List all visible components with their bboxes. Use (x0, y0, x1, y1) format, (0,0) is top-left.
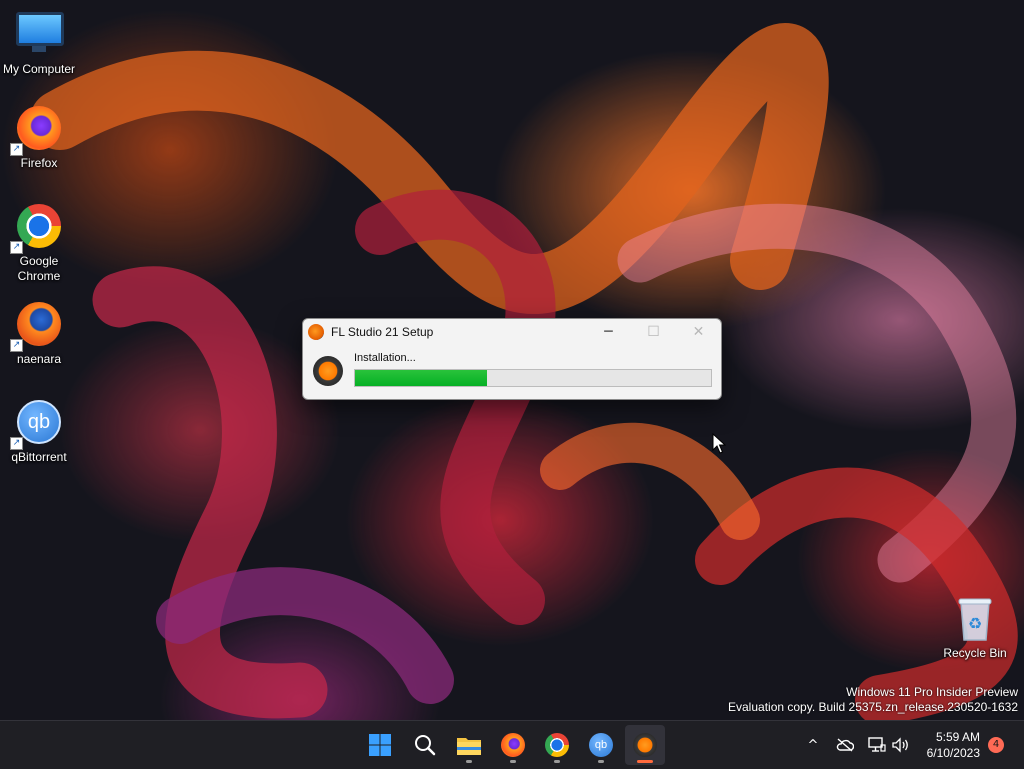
chevron-up-icon: ^ (807, 737, 819, 753)
monitor-icon (16, 12, 64, 58)
shortcut-arrow-icon: ↗ (10, 437, 23, 450)
watermark-line-1: Windows 11 Pro Insider Preview (846, 685, 1018, 699)
network-icon (868, 737, 886, 752)
running-indicator (510, 760, 516, 763)
chrome-icon (545, 733, 569, 757)
svg-text:♻: ♻ (968, 614, 982, 633)
desktop-icon-naenara[interactable]: ↗ naenara (0, 302, 78, 367)
taskbar-file-explorer[interactable] (449, 725, 489, 765)
desktop-icon-google-chrome[interactable]: ↗ Google Chrome (0, 204, 78, 284)
show-hidden-icons-button[interactable]: ^ (802, 721, 824, 769)
desktop-icon-label: naenara (16, 352, 62, 366)
maximize-button[interactable]: ☐ (631, 319, 676, 345)
folder-icon (457, 738, 481, 755)
search-button[interactable] (405, 725, 445, 765)
shortcut-arrow-icon: ↗ (10, 143, 23, 156)
qbittorrent-icon: qb (589, 733, 613, 757)
chrome-icon: ↗ (10, 204, 62, 254)
running-indicator (554, 760, 560, 763)
fl-studio-icon (633, 733, 657, 757)
desktop-icon-qbittorrent[interactable]: qb ↗ qBittorrent (0, 400, 78, 465)
naenara-icon: ↗ (10, 302, 62, 352)
clock-time: 5:59 AM (935, 730, 980, 744)
desktop-icon-firefox[interactable]: ↗ Firefox (0, 106, 78, 171)
search-icon (415, 735, 436, 756)
progress-bar (354, 369, 712, 387)
running-indicator (598, 760, 604, 763)
installation-status: Installation... (354, 352, 416, 364)
watermark-line-2: Evaluation copy. Build 25375.zn_release.… (728, 700, 1018, 714)
close-button[interactable]: ✕ (676, 319, 721, 345)
fl-studio-icon (308, 324, 324, 340)
active-indicator (637, 760, 653, 763)
taskbar-fl-studio[interactable] (625, 725, 665, 765)
shortcut-arrow-icon: ↗ (10, 241, 23, 254)
qbittorrent-glyph: qb (17, 400, 61, 444)
clock-date: 6/10/2023 (926, 746, 980, 760)
desktop-icon-label: My Computer (2, 62, 76, 76)
desktop-icon-label: qBittorrent (11, 450, 67, 464)
tray-network[interactable] (866, 721, 888, 769)
taskbar-clock[interactable]: 5:59 AM 6/10/2023 (927, 729, 980, 761)
desktop-icon-recycle-bin[interactable]: ♻ Recycle Bin (936, 596, 1014, 661)
tray-onedrive[interactable] (834, 721, 856, 769)
running-indicator (466, 760, 472, 763)
notification-badge[interactable]: 4 (988, 737, 1004, 753)
tray-volume[interactable] (890, 721, 912, 769)
firefox-icon: ↗ (10, 106, 62, 156)
window-titlebar[interactable]: FL Studio 21 Setup ─ ☐ ✕ (303, 319, 721, 345)
taskbar: qb ^ 5:59 AM 6/10/2023 4 (0, 720, 1024, 769)
mouse-cursor-icon (712, 433, 726, 454)
firefox-icon (501, 733, 525, 757)
shortcut-arrow-icon: ↗ (10, 339, 23, 352)
taskbar-firefox[interactable] (493, 725, 533, 765)
volume-icon (892, 737, 908, 753)
taskbar-qbittorrent[interactable]: qb (581, 725, 621, 765)
recycle-bin-icon: ♻ (952, 596, 998, 642)
desktop-icon-label: Firefox (20, 156, 58, 170)
fl-studio-setup-window[interactable]: FL Studio 21 Setup ─ ☐ ✕ Installation... (302, 318, 722, 400)
minimize-button[interactable]: ─ (586, 319, 631, 345)
window-title: FL Studio 21 Setup (331, 325, 434, 339)
taskbar-chrome[interactable] (537, 725, 577, 765)
windows-watermark: Windows 11 Pro Insider Preview Evaluatio… (728, 685, 1018, 715)
desktop-icon-label: Recycle Bin (943, 646, 1007, 660)
windows-logo-icon (369, 734, 391, 756)
fl-studio-logo-icon (313, 356, 343, 386)
qbittorrent-icon: qb ↗ (10, 400, 62, 450)
desktop-icon-label: Google Chrome (17, 254, 61, 283)
window-body: Installation... (303, 345, 721, 399)
desktop-icon-my-computer[interactable]: My Computer (0, 8, 78, 77)
cloud-offline-icon (836, 738, 854, 752)
start-button[interactable] (360, 725, 400, 765)
progress-bar-fill (355, 370, 487, 386)
